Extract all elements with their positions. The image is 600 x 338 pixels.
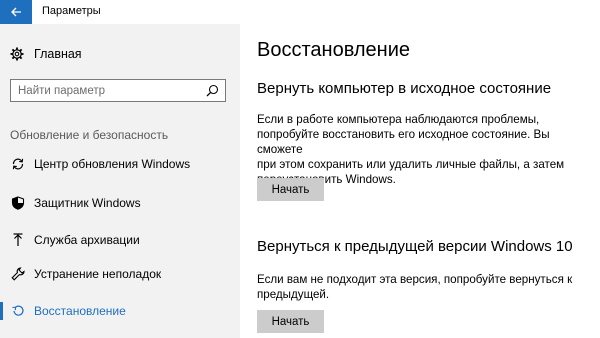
description-line: попробуйте восстановить его исходное сос…: [257, 128, 550, 156]
rollback-section-description: Если вам не подходит эта версия, попробу…: [257, 272, 587, 302]
section-header: Обновление и безопасность: [10, 128, 169, 142]
rollback-start-button[interactable]: Начать: [257, 310, 324, 333]
sidebar-item-label: Восстановление: [34, 304, 126, 318]
reset-section-description: Если в работе компьютера наблюдаются про…: [257, 112, 587, 187]
reset-section-title: Вернуть компьютер в исходное состояние: [257, 80, 552, 97]
back-button[interactable]: [0, 0, 32, 24]
search-input[interactable]: [11, 80, 208, 101]
search-box[interactable]: [10, 79, 226, 102]
sidebar-item-windows-defender[interactable]: Защитник Windows: [0, 191, 240, 215]
title-bar: Параметры: [0, 0, 600, 24]
wrench-icon: [10, 267, 26, 281]
backup-arrow-icon: [10, 233, 26, 247]
back-arrow-icon: [11, 7, 21, 17]
home-link[interactable]: Главная: [10, 44, 82, 64]
sidebar: Главная Обновление и безопасность Центр …: [0, 24, 240, 338]
sidebar-item-label: Служба архивации: [34, 233, 140, 247]
search-icon[interactable]: [206, 84, 219, 102]
sidebar-item-label: Защитник Windows: [34, 196, 141, 210]
sidebar-item-label: Устранение неполадок: [34, 267, 162, 281]
sidebar-item-troubleshoot[interactable]: Устранение неполадок: [0, 262, 240, 286]
reset-start-button[interactable]: Начать: [257, 178, 324, 201]
description-line: Если вам не подходит эта версия, попробу…: [257, 273, 573, 286]
gear-icon: [10, 47, 26, 61]
active-indicator: [0, 302, 3, 320]
app-title: Параметры: [42, 5, 101, 17]
sidebar-item-recovery[interactable]: Восстановление: [0, 299, 240, 323]
recovery-icon: [10, 304, 26, 318]
sidebar-item-windows-update[interactable]: Центр обновления Windows: [0, 152, 240, 176]
description-line: при этом сохранить или удалить личные фа…: [257, 158, 565, 171]
home-label: Главная: [34, 47, 82, 61]
shield-icon: [10, 196, 26, 210]
rollback-section-title: Вернуться к предыдущей версии Windows 10: [257, 238, 573, 255]
main-content: Восстановление Вернуть компьютер в исход…: [240, 24, 600, 338]
description-line: предыдущей.: [257, 288, 330, 301]
page-title: Восстановление: [257, 39, 410, 61]
sidebar-item-label: Центр обновления Windows: [34, 157, 191, 171]
refresh-icon: [10, 157, 26, 171]
description-line: Если в работе компьютера наблюдаются про…: [257, 113, 540, 126]
sidebar-item-backup[interactable]: Служба архивации: [0, 228, 240, 252]
